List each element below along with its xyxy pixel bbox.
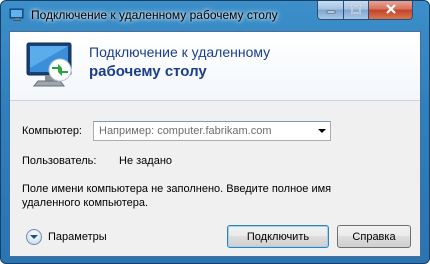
header-banner: Подключение к удаленному рабочему столу (10, 32, 420, 101)
maximize-button[interactable] (343, 1, 369, 20)
remote-desktop-app-icon (9, 8, 25, 22)
options-label[interactable]: Параметры (48, 231, 107, 243)
validation-message: Поле имени компьютера не заполнено. Введ… (22, 183, 332, 209)
user-label: Пользователь: (22, 155, 97, 167)
chevron-down-icon[interactable] (318, 129, 326, 133)
remote-desktop-monitor-icon (24, 40, 76, 90)
options-expander-button[interactable] (26, 229, 42, 245)
connect-button[interactable]: Подключить (227, 225, 329, 248)
banner-title-line1: Подключение к удаленному (89, 44, 271, 60)
chevron-down-icon (30, 235, 38, 239)
user-value: Не задано (119, 155, 173, 167)
minimize-button[interactable] (317, 1, 344, 20)
computer-placeholder: Например: computer.fabrikam.com (99, 125, 272, 137)
title-bar[interactable]: Подключение к удаленному рабочему столу (1, 1, 429, 31)
help-button[interactable]: Справка (337, 225, 411, 248)
minimize-icon (326, 1, 336, 19)
close-button[interactable] (368, 1, 413, 20)
computer-combobox[interactable]: Например: computer.fabrikam.com (93, 121, 331, 141)
dialog-client-area: Подключение к удаленному рабочему столу … (9, 31, 421, 257)
computer-label: Компьютер: (22, 125, 82, 137)
close-icon (385, 1, 397, 19)
window-title: Подключение к удаленному рабочему столу (31, 8, 278, 22)
rdp-window: Подключение к удаленному рабочему столу (0, 0, 430, 264)
banner-title-line2: рабочему столу (89, 63, 207, 80)
maximize-icon (351, 1, 361, 19)
